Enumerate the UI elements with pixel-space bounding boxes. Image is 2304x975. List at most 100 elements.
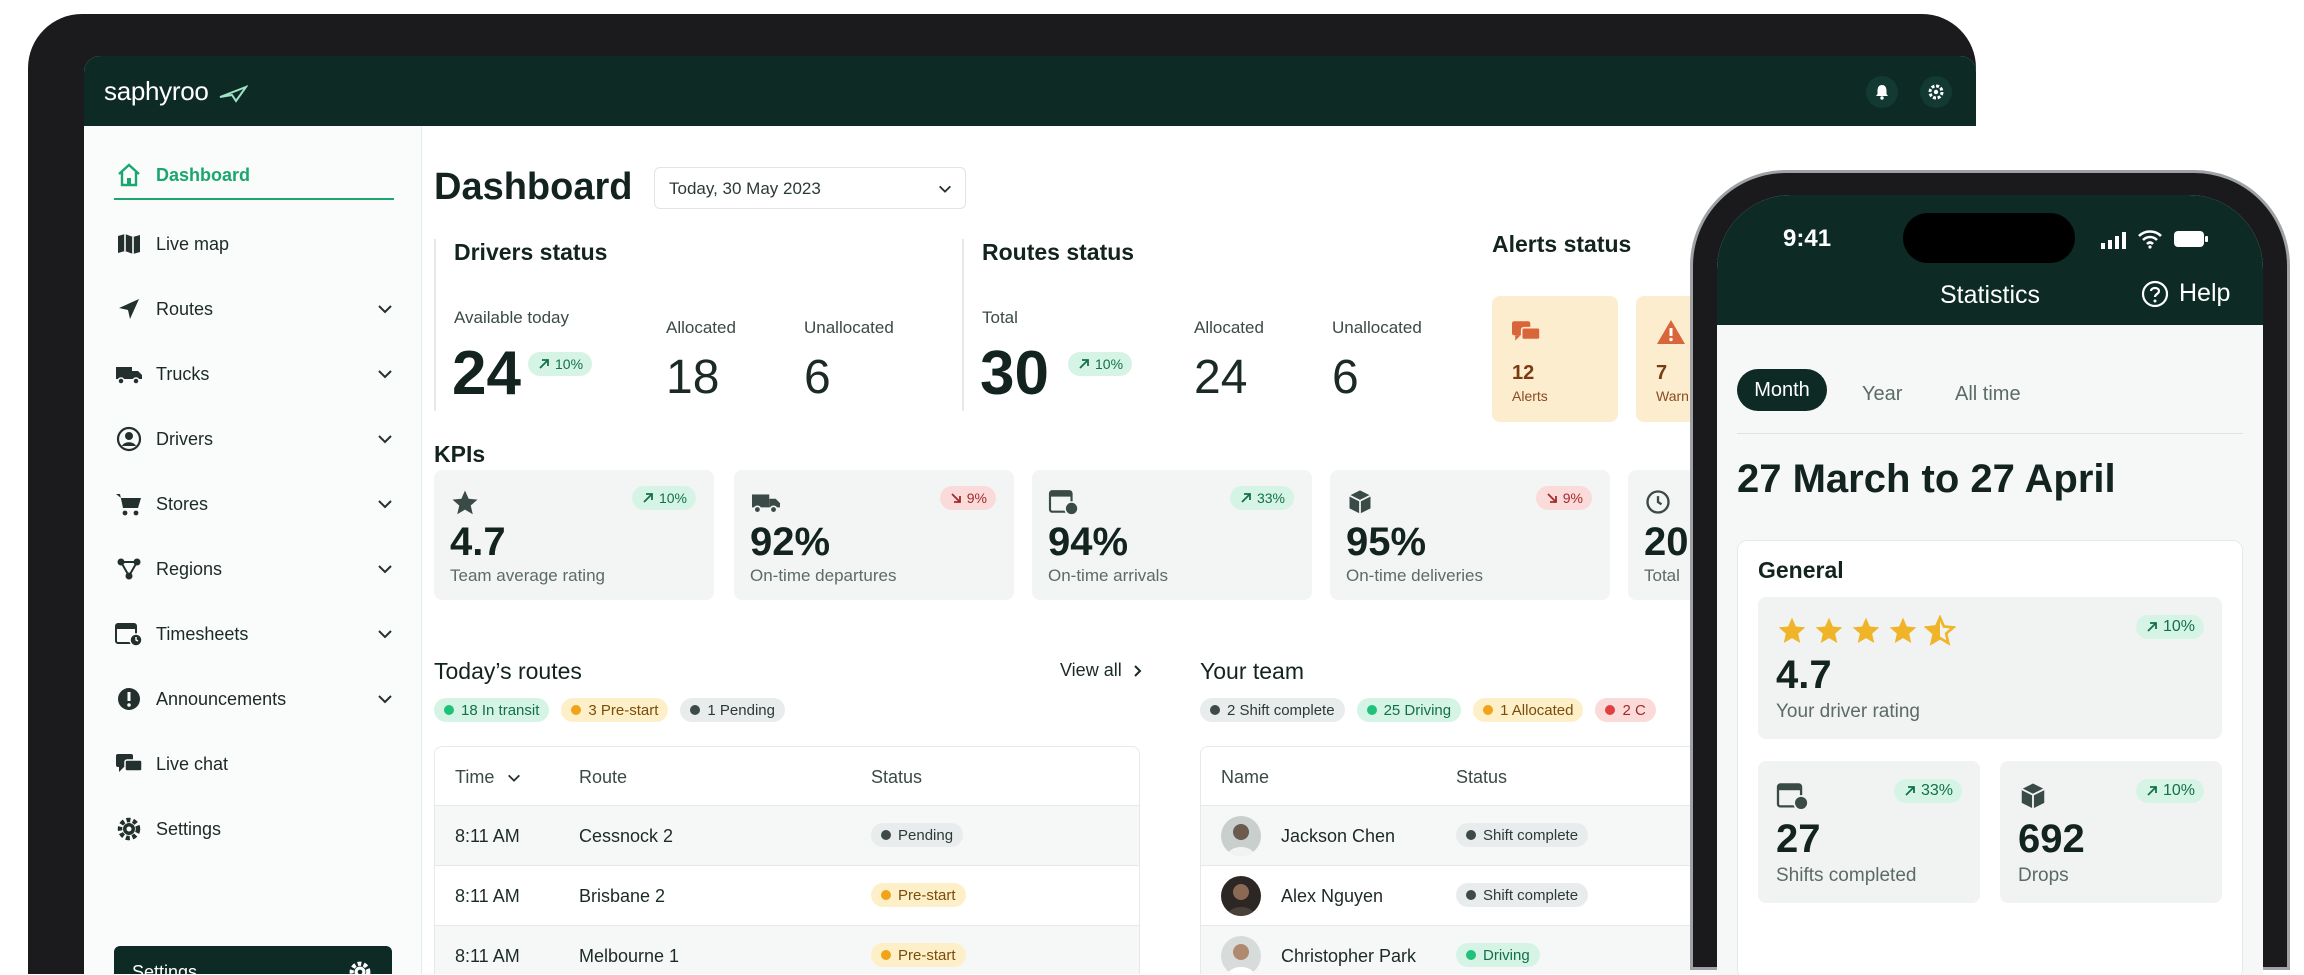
drops-card[interactable]: 10% 692 Drops — [2000, 761, 2222, 903]
chip-driving[interactable]: 25 Driving — [1356, 698, 1462, 722]
chip-label: 3 Pre-start — [588, 701, 659, 719]
status-dot — [1466, 830, 1476, 840]
arrow-down-right-icon — [951, 493, 961, 503]
allocated-value: 18 — [666, 351, 720, 404]
column-header-route[interactable]: Route — [579, 767, 627, 788]
chip-pending[interactable]: 1 Pending — [680, 698, 785, 722]
chat-bubbles-icon — [114, 749, 144, 779]
star-icon — [1852, 617, 1880, 643]
table-row[interactable]: Jackson Chen Shift complete — [1201, 805, 1759, 865]
status-badge: Driving — [1456, 943, 1540, 967]
app-logo[interactable]: saphyroo — [104, 76, 249, 107]
truck-icon — [752, 494, 780, 514]
sidebar-item-trucks[interactable]: Trucks — [114, 354, 394, 394]
kpi-card[interactable]: 9% 92% On-time departures — [734, 470, 1014, 600]
bell-icon — [1876, 85, 1888, 100]
settings-button[interactable] — [1920, 76, 1952, 108]
shifts-card[interactable]: 33% 27 Shifts completed — [1758, 761, 1980, 903]
change-text: 9% — [1562, 490, 1583, 506]
alerts-card[interactable]: 12 Alerts — [1492, 296, 1618, 422]
driver-name: Jackson Chen — [1281, 826, 1396, 846]
sidebar-item-timesheets[interactable]: Timesheets — [114, 614, 394, 654]
shifts-label: Shifts completed — [1776, 865, 1917, 886]
tab-year[interactable]: Year — [1862, 383, 1902, 406]
date-select[interactable]: Today, 30 May 2023 — [654, 167, 966, 209]
kpi-value: 92% — [750, 520, 831, 564]
driver-name: Alex Nguyen — [1281, 886, 1384, 906]
chip-in-transit[interactable]: 18 In transit — [434, 698, 550, 722]
available-change-badge: 10% — [528, 352, 593, 376]
column-header-status[interactable]: Status — [1456, 767, 1507, 788]
warnings-label: Warn — [1656, 388, 1689, 404]
table-row[interactable]: 8:11 AM Cessnock 2 Pending — [435, 805, 1139, 865]
sidebar-item-live-map[interactable]: Live map — [114, 224, 394, 264]
help-button[interactable]: Help — [2141, 279, 2230, 308]
chip-shift-complete[interactable]: 2 Shift complete — [1200, 698, 1345, 722]
person-avatar-icon — [1227, 884, 1255, 916]
tab-month[interactable]: Month — [1737, 369, 1827, 411]
table-row[interactable]: 8:11 AM Melbourne 1 Pre-start — [435, 925, 1139, 974]
sidebar-item-regions[interactable]: Regions — [114, 549, 394, 589]
star-icon — [452, 490, 478, 515]
sidebar-item-stores[interactable]: Stores — [114, 484, 394, 524]
team-table: Name Status Jackson Chen Shift complete … — [1200, 746, 1760, 974]
section-divider — [962, 239, 964, 411]
column-header-time[interactable]: Time — [455, 767, 522, 788]
routes-status-title: Routes status — [982, 239, 1135, 265]
status-dot — [881, 950, 891, 960]
chip-pre-start[interactable]: 3 Pre-start — [561, 698, 669, 722]
sidebar-item-routes[interactable]: Routes — [114, 289, 394, 329]
general-card: General 10% 4.7 Your driver rating 33% 2… — [1737, 540, 2243, 975]
notifications-button[interactable] — [1866, 76, 1898, 108]
chip-allocated[interactable]: 1 Allocated — [1473, 698, 1584, 722]
kpi-label: Team average rating — [450, 566, 605, 585]
change-text: 10% — [2162, 782, 2195, 799]
tab-all-time[interactable]: All time — [1955, 383, 2021, 406]
sidebar-item-label: Dashboard — [156, 164, 251, 185]
chevron-down-icon — [939, 185, 951, 193]
view-all-link[interactable]: View all — [1060, 660, 1144, 681]
chevron-down-icon — [508, 774, 521, 782]
chevron-down-icon — [378, 500, 392, 509]
sidebar-settings-panel[interactable]: Settings — [114, 946, 392, 974]
status-dot — [881, 890, 891, 900]
status-dot — [571, 705, 582, 715]
drivers-status-title: Drivers status — [454, 239, 608, 265]
kpi-label: On-time arrivals — [1048, 566, 1168, 585]
view-all-label: View all — [1060, 660, 1122, 680]
chip-other[interactable]: 2 C — [1595, 698, 1656, 722]
sidebar-item-drivers[interactable]: Drivers — [114, 419, 394, 459]
unallocated-label: Unallocated — [1332, 318, 1422, 337]
change-text: 9% — [966, 490, 987, 506]
shifts-change-badge: 33% — [1893, 779, 1962, 803]
column-header-name[interactable]: Name — [1221, 767, 1269, 788]
shifts-value: 27 — [1776, 817, 1821, 861]
status-badge: Pre-start — [871, 943, 966, 967]
sidebar-item-announcements[interactable]: Announcements — [114, 679, 394, 719]
column-header-status[interactable]: Status — [871, 767, 922, 788]
signal-icon — [2101, 232, 2126, 249]
route-name: Brisbane 2 — [579, 886, 666, 906]
driver-rating-card[interactable]: 10% 4.7 Your driver rating — [1758, 597, 2222, 739]
history-clock-icon — [1646, 490, 1670, 514]
kpi-card[interactable]: 33% 94% On-time arrivals — [1032, 470, 1312, 600]
table-row[interactable]: Alex Nguyen Shift complete — [1201, 865, 1759, 925]
sidebar-item-live-chat[interactable]: Live chat — [114, 744, 394, 784]
chip-label: 2 C — [1622, 701, 1646, 719]
kpi-label: Total — [1644, 566, 1680, 585]
logo-text: saphyroo — [104, 76, 209, 106]
kpi-card[interactable]: 9% 95% On-time deliveries — [1330, 470, 1610, 600]
status-text: Shift complete — [1483, 826, 1579, 844]
general-title: General — [1758, 557, 1844, 583]
avatar — [1221, 936, 1261, 974]
arrow-up-right-icon — [2147, 622, 2157, 632]
wifi-icon — [2138, 230, 2162, 249]
table-row[interactable]: Christopher Park Driving — [1201, 925, 1759, 974]
sidebar-item-dashboard[interactable]: Dashboard — [114, 152, 394, 200]
table-row[interactable]: 8:11 AM Brisbane 2 Pre-start — [435, 865, 1139, 925]
change-text: 10% — [1095, 356, 1124, 372]
chevron-down-icon — [378, 370, 392, 379]
calendar-clock-icon — [114, 619, 144, 649]
sidebar-item-settings[interactable]: Settings — [114, 809, 394, 849]
kpi-card[interactable]: 10% 4.7 Team average rating — [434, 470, 714, 600]
